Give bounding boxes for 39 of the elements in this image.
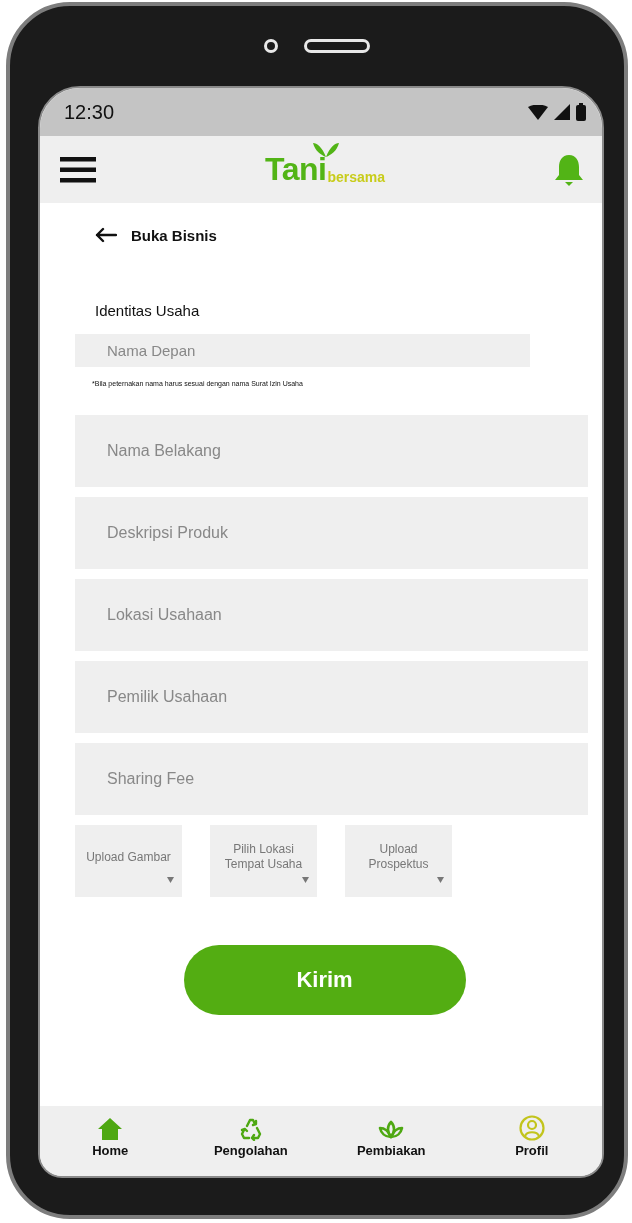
camera-icon: [264, 39, 278, 53]
nav-tab[interactable]: Profil: [476, 1110, 587, 1158]
nav-label: Pengolahan: [213, 1143, 288, 1158]
select-label: Upload Prospektus: [367, 842, 430, 872]
select-label: Pilih Lokasi Tempat Usaha: [223, 842, 304, 872]
recycle-icon: [238, 1117, 263, 1141]
caret-icon: [437, 877, 444, 883]
profile-icon: [518, 1115, 545, 1141]
nav-label: Pembiakan: [356, 1143, 426, 1158]
nav-label: Profil: [515, 1143, 549, 1158]
sprout-icon: [313, 141, 339, 157]
upload-dropdown[interactable]: Upload Gambar: [75, 825, 182, 897]
page-title: Buka Bisnis: [131, 226, 217, 244]
nav-tab[interactable]: Home: [55, 1110, 166, 1158]
input-field[interactable]: Nama Belakang: [75, 415, 588, 487]
home-icon: [97, 1117, 124, 1141]
upload-dropdown[interactable]: Upload Prospektus: [345, 825, 452, 897]
select-label: Upload Gambar: [86, 849, 171, 865]
signal-icon: [554, 104, 570, 120]
input-field[interactable]: Lokasi Usahaan: [75, 579, 588, 651]
caret-icon: [167, 877, 174, 883]
battery-icon: [576, 103, 586, 121]
leaf-icon: [378, 1119, 405, 1141]
caret-icon: [302, 877, 309, 883]
nav-tab[interactable]: Pengolahan: [195, 1110, 306, 1158]
speaker-icon: [304, 39, 370, 53]
input-field[interactable]: Sharing Fee: [75, 743, 588, 815]
input-field[interactable]: Pemilik Usahaan: [75, 661, 588, 733]
input-field[interactable]: Nama Depan: [75, 334, 530, 367]
status-time: 12:30: [64, 100, 115, 124]
back-arrow-icon[interactable]: [95, 227, 117, 243]
wifi-icon: [528, 104, 548, 120]
app-logo: Tani bersama: [265, 151, 385, 188]
upload-dropdown[interactable]: Pilih Lokasi Tempat Usaha: [210, 825, 317, 897]
input-field[interactable]: Deskripsi Produk: [75, 497, 588, 569]
menu-icon[interactable]: [60, 156, 96, 183]
nav-label: Home: [92, 1143, 129, 1158]
nav-tab[interactable]: Pembiakan: [336, 1110, 447, 1158]
section-title: Identitas Usaha: [95, 301, 201, 321]
